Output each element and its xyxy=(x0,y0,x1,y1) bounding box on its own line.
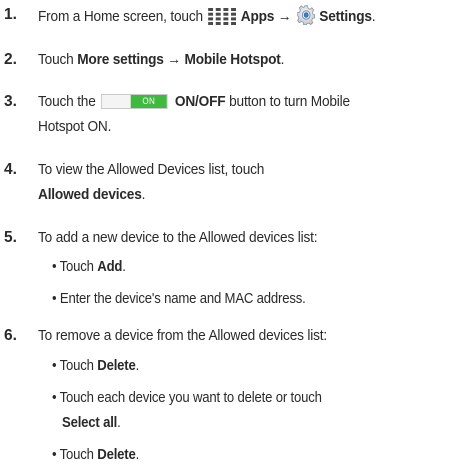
step-text: . xyxy=(280,51,285,68)
step-4-line-2: Allowed devices. xyxy=(38,185,145,204)
step-5-bullet-1: • Touch Add. xyxy=(52,258,126,277)
mobile-hotspot-label: Mobile Hotspot xyxy=(184,51,281,68)
on-off-label: ON/OFF xyxy=(174,93,226,110)
step-6-line-1: To remove a device from the Allowed devi… xyxy=(38,327,327,344)
apps-grid-icon xyxy=(208,8,237,30)
step-number: 3. xyxy=(4,93,17,110)
allowed-devices-label: Allowed devices xyxy=(38,186,142,203)
select-all-label: Select all xyxy=(62,415,118,431)
step-number: 1. xyxy=(4,6,17,23)
bullet-text: • Touch xyxy=(52,259,98,275)
settings-gear-icon xyxy=(296,5,315,30)
step-number: 4. xyxy=(4,161,17,178)
step-5-line-1: To add a new device to the Allowed devic… xyxy=(38,229,318,246)
bullet-text: • Touch xyxy=(52,358,98,374)
instruction-document: 1. From a Home screen, touch Apps → Sett… xyxy=(0,0,476,470)
bullet-text: . xyxy=(135,358,140,374)
step-3-line-2: Hotspot ON. xyxy=(38,118,112,135)
step-6-bullet-3: • Touch Delete. xyxy=(52,446,139,465)
more-settings-label: More settings xyxy=(77,51,164,68)
bullet-text: . xyxy=(117,415,121,431)
step-text: button to turn Mobile xyxy=(229,93,350,110)
step-text: . xyxy=(141,186,146,203)
step-6-bullet-2-line-2: Select all. xyxy=(62,414,121,433)
step-number: 6. xyxy=(4,327,17,344)
toggle-on-label: ON xyxy=(130,95,167,108)
delete-label: Delete xyxy=(97,358,136,374)
step-number: 2. xyxy=(4,51,17,68)
settings-label: Settings xyxy=(319,8,372,25)
arrow: → xyxy=(167,51,181,68)
bullet-text: . xyxy=(122,259,126,275)
bullet-text: • Touch xyxy=(52,447,98,463)
step-1-line: From a Home screen, touch Apps → Setting… xyxy=(38,5,376,30)
step-5-bullet-2: • Enter the device's name and MAC addres… xyxy=(52,291,306,307)
step-text: Touch xyxy=(38,51,74,68)
step-2-line: Touch More settings → Mobile Hotspot. xyxy=(38,50,284,69)
add-label: Add xyxy=(97,259,123,275)
step-4-line-1: To view the Allowed Devices list, touch xyxy=(38,161,265,178)
on-off-toggle-icon: ON xyxy=(101,94,168,109)
step-text: From a Home screen, touch xyxy=(38,8,203,25)
bullet-text: . xyxy=(135,447,140,463)
delete-label: Delete xyxy=(97,447,136,463)
step-3-line-1: Touch the ON ON/OFF button to turn Mobil… xyxy=(38,92,350,111)
step-text: Touch the xyxy=(38,93,96,110)
step-text: . xyxy=(371,8,376,25)
step-6-bullet-2-line-1: • Touch each device you want to delete o… xyxy=(52,390,322,406)
step-number: 5. xyxy=(4,229,17,246)
apps-label: Apps xyxy=(240,8,275,25)
arrow: → xyxy=(277,8,292,25)
step-6-bullet-1: • Touch Delete. xyxy=(52,357,139,376)
